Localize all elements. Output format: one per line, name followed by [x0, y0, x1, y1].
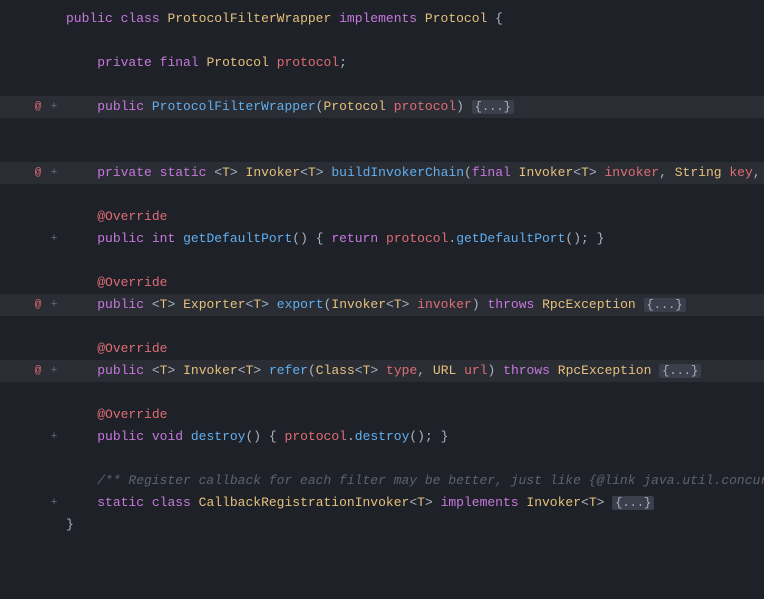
fold-toggle: + [46, 167, 62, 179]
code-line: + static class CallbackRegistrationInvok… [0, 492, 764, 514]
change-marker: @ [30, 365, 46, 377]
code-text [62, 250, 764, 272]
code-line [0, 448, 764, 470]
code-line [0, 250, 764, 272]
code-text: @Override [62, 404, 764, 426]
code-line [0, 140, 764, 162]
fold-toggle: + [46, 431, 62, 443]
code-text [62, 118, 764, 140]
change-marker: @ [30, 101, 46, 113]
code-text: @Override [62, 338, 764, 360]
code-line: @ + public <T> Exporter<T> export(Invoke… [0, 294, 764, 316]
code-text [62, 448, 764, 470]
fold-toggle: + [46, 299, 62, 311]
code-text: public ProtocolFilterWrapper(Protocol pr… [62, 96, 764, 118]
code-line: + public void destroy() { protocol.destr… [0, 426, 764, 448]
code-text [62, 30, 764, 52]
code-text: private final Protocol protocol; [62, 52, 764, 74]
code-text: public <T> Invoker<T> refer(Class<T> typ… [62, 360, 764, 382]
code-line [0, 74, 764, 96]
fold-toggle: + [46, 365, 62, 377]
code-line: @ + private static <T> Invoker<T> buildI… [0, 162, 764, 184]
code-text: static class CallbackRegistrationInvoker… [62, 492, 764, 514]
code-text: public class ProtocolFilterWrapper imple… [62, 8, 764, 30]
code-text: @Override [62, 272, 764, 294]
code-text: private static <T> Invoker<T> buildInvok… [62, 162, 764, 184]
code-text: /** Register callback for each filter ma… [62, 470, 764, 492]
code-line: @ + public ProtocolFilterWrapper(Protoco… [0, 96, 764, 118]
code-line: public class ProtocolFilterWrapper imple… [0, 8, 764, 30]
code-editor: public class ProtocolFilterWrapper imple… [0, 0, 764, 599]
code-line: @Override [0, 404, 764, 426]
change-marker: @ [30, 299, 46, 311]
change-marker: @ [30, 167, 46, 179]
code-text [62, 184, 764, 206]
code-line [0, 30, 764, 52]
code-line [0, 382, 764, 404]
code-text: public <T> Exporter<T> export(Invoker<T>… [62, 294, 764, 316]
code-line: @Override [0, 272, 764, 294]
code-text [62, 316, 764, 338]
code-text: public void destroy() { protocol.destroy… [62, 426, 764, 448]
code-line: @Override [0, 338, 764, 360]
code-line: @ + public <T> Invoker<T> refer(Class<T>… [0, 360, 764, 382]
code-text [62, 382, 764, 404]
code-text [62, 74, 764, 96]
code-text [62, 140, 764, 162]
code-line [0, 184, 764, 206]
code-line: + public int getDefaultPort() { return p… [0, 228, 764, 250]
code-line [0, 118, 764, 140]
code-text: public int getDefaultPort() { return pro… [62, 228, 764, 250]
fold-toggle: + [46, 233, 62, 245]
code-line: @Override [0, 206, 764, 228]
code-line: /** Register callback for each filter ma… [0, 470, 764, 492]
code-text: @Override [62, 206, 764, 228]
code-text: } [62, 514, 764, 536]
fold-toggle: + [46, 497, 62, 509]
code-line: private final Protocol protocol; [0, 52, 764, 74]
fold-toggle: + [46, 101, 62, 113]
code-line: } [0, 514, 764, 536]
code-line [0, 316, 764, 338]
